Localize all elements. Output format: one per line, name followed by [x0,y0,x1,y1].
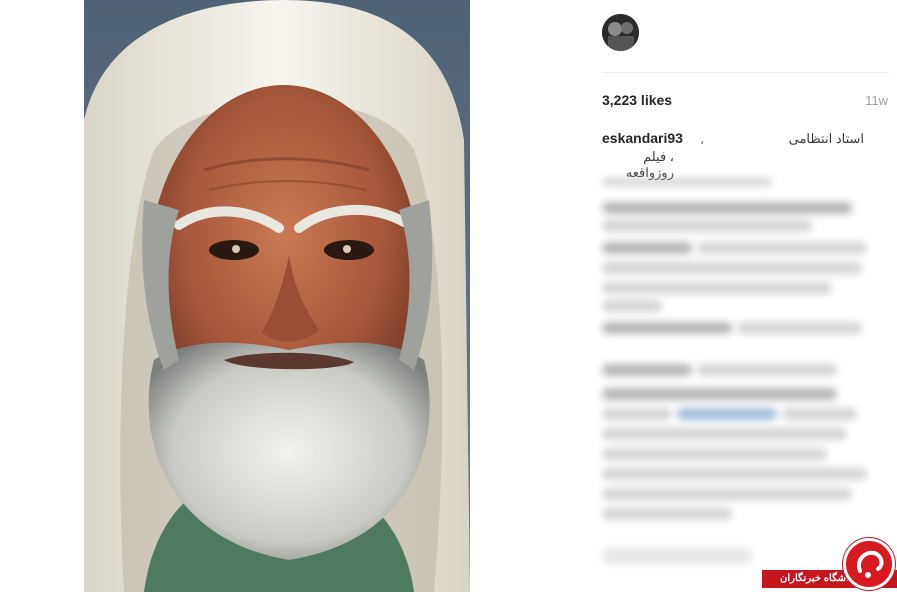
caption-username[interactable]: eskandari93 [602,130,683,146]
blurred-comment [737,322,862,334]
blurred-comment [602,448,827,460]
blurred-comment [782,408,857,420]
post-age[interactable]: 11w [865,93,888,108]
blurred-comment [602,488,852,500]
blurred-comment [602,262,862,274]
avatar[interactable] [602,14,639,51]
portrait-image [84,0,470,592]
blurred-comment [602,408,672,420]
blurred-comment [602,282,832,294]
blurred-comment-input [602,548,752,564]
blurred-comment [602,220,812,232]
blurred-comment-link [677,408,777,420]
post-photo[interactable] [84,0,470,592]
blurred-comment [697,242,867,254]
avatar-image [602,14,639,51]
blurred-comment [697,364,837,376]
comments-list-blurred [602,176,889,576]
blurred-comment [602,364,692,376]
blurred-comment [602,178,772,186]
post-panel: 3,223 likes 11w eskandari93 ، استاد انتظ… [590,0,897,592]
blurred-comment [602,202,852,214]
watermark-badge: باشگاه خبرنگاران [762,536,897,592]
blurred-comment [602,322,732,334]
blurred-comment [602,300,662,312]
blurred-comment [602,508,732,520]
blurred-comment [602,388,837,400]
blurred-comment [602,242,692,254]
watermark-logo-icon [857,550,884,578]
caption-line-1: استاد انتظامی [788,131,864,146]
header-divider [602,72,889,73]
watermark-logo [843,538,895,590]
likes-count[interactable]: 3,223 likes [602,92,672,108]
caption-separator: ، [700,132,705,147]
blurred-comment [602,468,867,480]
blurred-comment [602,428,847,440]
